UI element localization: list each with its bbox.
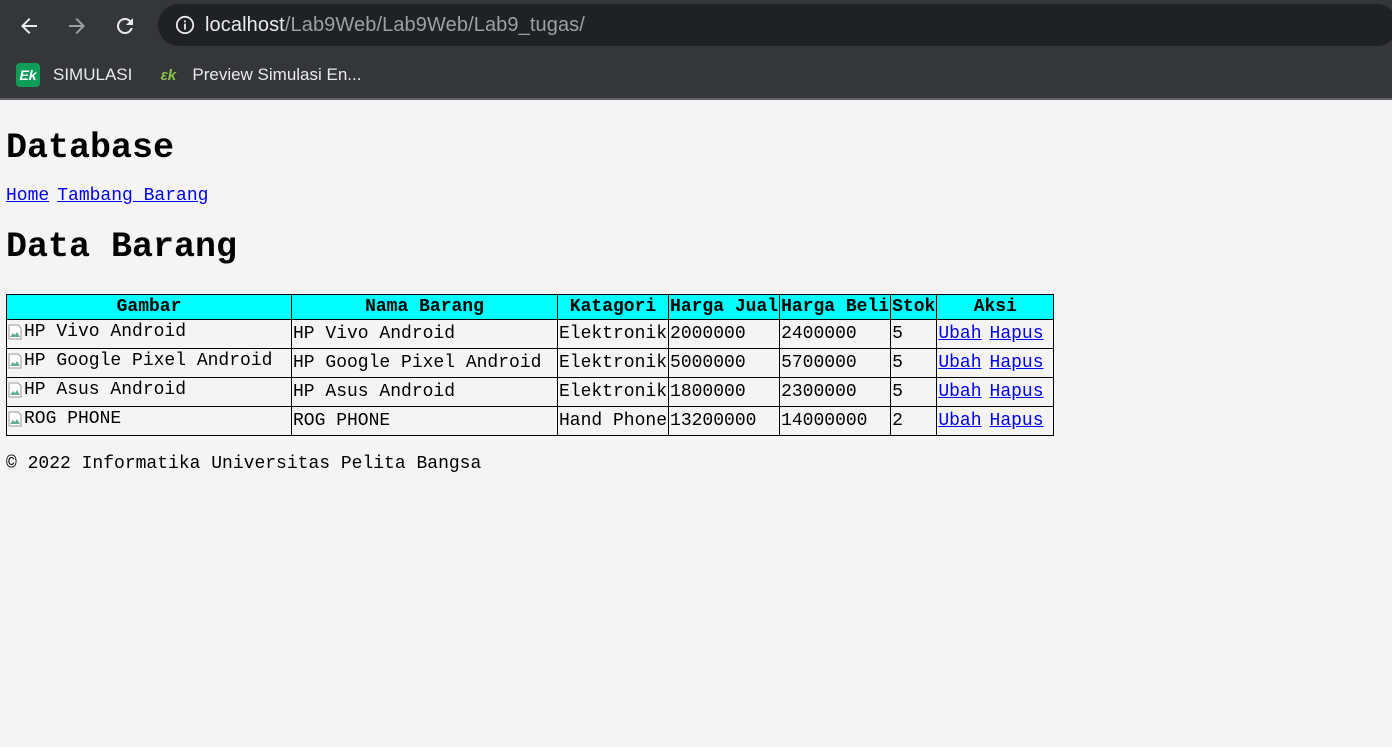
image-cell: ROG PHONE xyxy=(6,406,292,436)
ek-logo-icon: Ek xyxy=(16,63,40,87)
buy-price-cell: 5700000 xyxy=(779,348,892,378)
add-item-link[interactable]: Tambang Barang xyxy=(57,186,208,206)
browser-toolbar: localhost/Lab9Web/Lab9Web/Lab9_tugas/ xyxy=(0,0,1392,52)
column-header-buy-price: Harga Beli xyxy=(779,294,892,320)
edit-link[interactable]: Ubah xyxy=(938,324,981,344)
image-cell: HP Vivo Android xyxy=(6,319,292,349)
column-header-name: Nama Barang xyxy=(291,294,558,320)
category-cell: Elektronik xyxy=(556,348,670,378)
browser-chrome: localhost/Lab9Web/Lab9Web/Lab9_tugas/ Ek… xyxy=(0,0,1392,100)
actions-cell: Ubah Hapus xyxy=(936,377,1055,407)
arrow-right-icon xyxy=(69,18,85,34)
sell-price-cell: 5000000 xyxy=(668,348,781,378)
delete-link[interactable]: Hapus xyxy=(990,324,1044,344)
name-cell: HP Vivo Android xyxy=(291,319,558,349)
edit-link[interactable]: Ubah xyxy=(938,411,981,431)
category-cell: Elektronik xyxy=(556,377,670,407)
buy-price-cell: 2400000 xyxy=(779,319,892,349)
product-image: HP Google Pixel Android xyxy=(8,349,272,373)
url-text: localhost/Lab9Web/Lab9Web/Lab9_tugas/ xyxy=(205,14,585,37)
sell-price-cell: 13200000 xyxy=(668,406,781,436)
product-image: ROG PHONE xyxy=(8,407,121,431)
stock-cell: 5 xyxy=(890,319,938,349)
bookmarks-bar: Ek SIMULASI ɛk Preview Simulasi En... xyxy=(0,52,1392,98)
forward-button[interactable] xyxy=(53,6,101,46)
broken-image-icon xyxy=(8,324,22,340)
url-host: localhost xyxy=(205,13,285,36)
ek-leaf-logo-icon: ɛk xyxy=(160,66,177,84)
column-header-sell-price: Harga Jual xyxy=(668,294,781,320)
back-button[interactable] xyxy=(5,6,53,46)
column-header-stock: Stok xyxy=(890,294,938,320)
info-icon[interactable] xyxy=(175,15,195,35)
edit-link[interactable]: Ubah xyxy=(938,353,981,373)
bookmark-simulasi[interactable]: Ek SIMULASI xyxy=(16,63,132,87)
address-bar[interactable]: localhost/Lab9Web/Lab9Web/Lab9_tugas/ xyxy=(158,4,1392,46)
delete-link[interactable]: Hapus xyxy=(990,382,1044,402)
bookmark-preview-simulasi[interactable]: ɛk Preview Simulasi En... xyxy=(156,63,362,87)
footer-text: © 2022 Informatika Universitas Pelita Ba… xyxy=(6,454,482,474)
column-header-image: Gambar xyxy=(6,294,292,320)
image-cell: HP Google Pixel Android xyxy=(6,348,292,378)
nav-links: Home Tambang Barang xyxy=(6,185,1386,207)
broken-image-icon xyxy=(8,353,22,369)
reload-button[interactable] xyxy=(101,6,149,46)
delete-link[interactable]: Hapus xyxy=(990,353,1044,373)
column-header-category: Katagori xyxy=(556,294,670,320)
table-row: HP Asus Android HP Asus Android Elektron… xyxy=(6,377,1055,407)
delete-link[interactable]: Hapus xyxy=(990,411,1044,431)
reload-icon xyxy=(116,17,133,34)
arrow-left-icon xyxy=(21,18,37,34)
home-link[interactable]: Home xyxy=(6,186,49,206)
name-cell: HP Asus Android xyxy=(291,377,558,407)
stock-cell: 2 xyxy=(890,406,938,436)
bookmark-label: SIMULASI xyxy=(53,65,133,84)
product-image: HP Asus Android xyxy=(8,378,186,402)
edit-link[interactable]: Ubah xyxy=(938,382,981,402)
product-image: HP Vivo Android xyxy=(8,320,186,344)
column-header-actions: Aksi xyxy=(936,294,1055,320)
name-cell: HP Google Pixel Android xyxy=(291,348,558,378)
sell-price-cell: 2000000 xyxy=(668,319,781,349)
broken-image-icon xyxy=(8,382,22,398)
page-title: Database xyxy=(6,128,175,168)
actions-cell: Ubah Hapus xyxy=(936,406,1055,436)
page-content: Database Home Tambang Barang Data Barang … xyxy=(0,128,1392,474)
buy-price-cell: 2300000 xyxy=(779,377,892,407)
stock-cell: 5 xyxy=(890,348,938,378)
url-path: /Lab9Web/Lab9Web/Lab9_tugas/ xyxy=(284,13,585,36)
section-title: Data Barang xyxy=(6,227,238,267)
items-table: Gambar Nama Barang Katagori Harga Jual H… xyxy=(6,294,1055,436)
stock-cell: 5 xyxy=(890,377,938,407)
table-row: HP Google Pixel Android HP Google Pixel … xyxy=(6,348,1055,378)
table-header-row: Gambar Nama Barang Katagori Harga Jual H… xyxy=(6,294,1055,320)
buy-price-cell: 14000000 xyxy=(779,406,892,436)
actions-cell: Ubah Hapus xyxy=(936,348,1055,378)
broken-image-icon xyxy=(8,411,22,427)
category-cell: Elektronik xyxy=(556,319,670,349)
table-row: ROG PHONE ROG PHONE Hand Phone 13200000 … xyxy=(6,406,1055,436)
image-cell: HP Asus Android xyxy=(6,377,292,407)
sell-price-cell: 1800000 xyxy=(668,377,781,407)
table-row: HP Vivo Android HP Vivo Android Elektron… xyxy=(6,319,1055,349)
name-cell: ROG PHONE xyxy=(291,406,558,436)
category-cell: Hand Phone xyxy=(556,406,670,436)
actions-cell: Ubah Hapus xyxy=(936,319,1055,349)
bookmark-label: Preview Simulasi En... xyxy=(192,65,362,84)
